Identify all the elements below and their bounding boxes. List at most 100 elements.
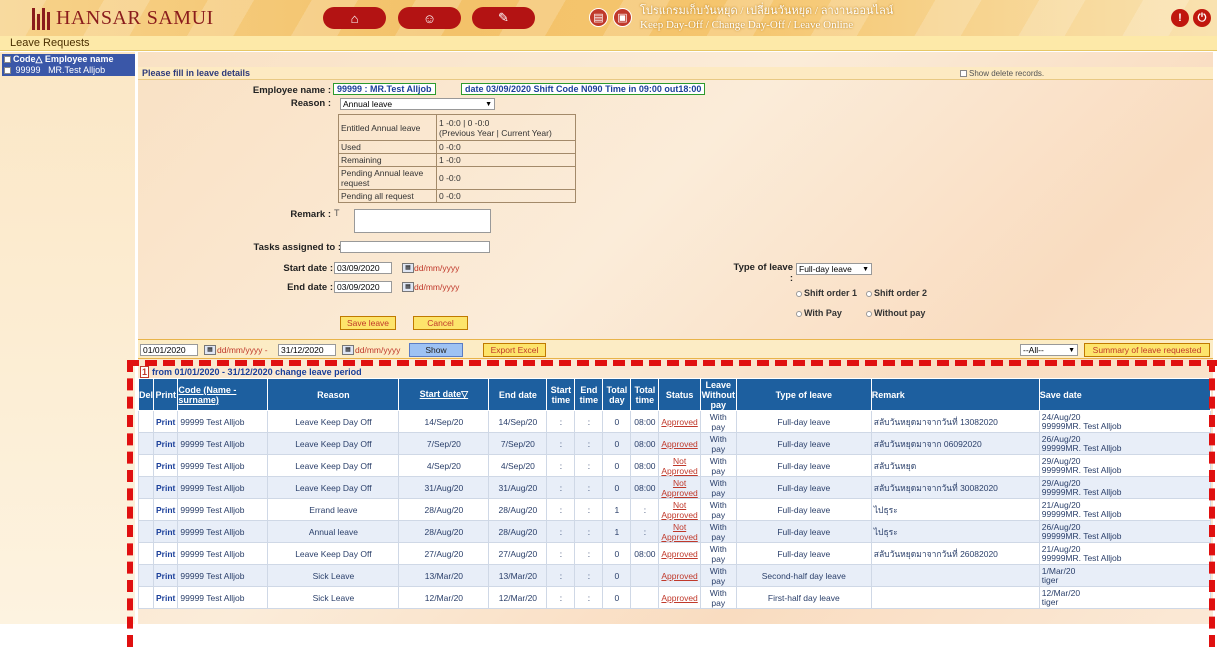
save-date-cell: 26/Aug/20 99999MR. Test Alljob [1038,432,1212,455]
start-date-cell: 28/Aug/20 [398,520,490,543]
summary-button[interactable]: Summary of leave requested [1084,343,1210,357]
with-pay-radio[interactable]: With Pay [796,308,842,318]
user-button[interactable]: ☺ [398,7,461,29]
remark-label: Remark : [290,209,331,220]
cancel-button[interactable]: Cancel [413,316,468,330]
print-link[interactable]: Print [153,476,179,499]
del-cell[interactable] [137,520,155,543]
del-cell[interactable] [137,476,155,499]
reason-select[interactable]: Annual leave ▼ [340,98,495,110]
start-date-cell: 31/Aug/20 [398,476,490,499]
type-of-leave-select[interactable]: Full-day leave ▼ [796,263,872,275]
status-link[interactable]: Not Approved [658,498,701,521]
del-cell[interactable] [137,454,155,477]
col-reason: Reason [267,378,400,411]
end-date-input[interactable]: 03/09/2020 [334,281,392,293]
remark-cell [870,586,1040,609]
without-pay-radio[interactable]: Without pay [866,308,925,318]
table-row: Print 99999 Test Alljob Sick Leave 13/Mar/2… [137,564,1212,587]
del-cell[interactable] [137,432,155,455]
print-link[interactable]: Print [153,520,179,543]
employee-list-item[interactable]: 99999 MR.Test Alljob [2,65,135,76]
end-time-cell: : [574,586,604,609]
del-cell[interactable] [137,564,155,587]
employee-list-header[interactable]: Code△ Employee name [2,54,135,65]
shift-order-2-radio[interactable]: Shift order 2 [866,288,927,298]
total-day-cell: 0 [602,432,632,455]
calendar-icon[interactable]: ▦ [402,282,414,292]
spellcheck-icon[interactable]: T [334,208,340,218]
print-link[interactable]: Print [153,586,179,609]
del-cell[interactable] [137,586,155,609]
app-header: HANSAR SAMUI ⌂ ☺ ✎ ▤ ▣ โปรแกรมเก็บวันหยุ… [0,0,1217,36]
status-link[interactable]: Approved [658,564,701,587]
employee-checkbox[interactable] [4,67,11,75]
document-button[interactable]: ▣ [613,8,632,27]
calendar-icon[interactable]: ▦ [204,345,216,355]
status-link[interactable]: Not Approved [658,454,701,477]
period-text[interactable]: from 01/01/2020 - 31/12/2020 change leav… [152,367,362,377]
save-date-cell: 21/Aug/20 99999MR. Test Alljob [1038,542,1212,565]
status-link[interactable]: Approved [658,432,701,455]
print-link[interactable]: Print [153,410,179,433]
col-save-date: Save date [1038,378,1212,411]
del-cell[interactable] [137,410,155,433]
end-date-cell: 28/Aug/20 [488,520,548,543]
calendar-icon[interactable]: ▦ [402,263,414,273]
col-start-date[interactable]: Start date▽ [398,378,490,411]
edit-button[interactable]: ✎ [472,7,535,29]
filter-all-select[interactable]: --All-- ▼ [1020,344,1078,356]
filter-bar: 01/01/2020 ▦ dd/mm/yyyy - 31/12/2020 ▦ d… [138,339,1213,359]
print-link[interactable]: Print [153,498,179,521]
status-link[interactable]: Approved [658,586,701,609]
save-date-cell: 1/Mar/20 tiger [1038,564,1212,587]
shift-order-1-radio[interactable]: Shift order 1 [796,288,857,298]
pay-cell: With pay [699,498,737,521]
pay-cell: With pay [699,476,737,499]
employee-value: 99999 : MR.Test Alljob [333,83,436,95]
filter-to-input[interactable]: 31/12/2020 [278,344,336,356]
end-time-cell: : [574,410,604,433]
export-excel-button[interactable]: Export Excel [483,343,546,357]
filter-from-input[interactable]: 01/01/2020 [140,344,198,356]
home-button[interactable]: ⌂ [323,7,386,29]
pending-all-label: Pending all request [338,189,437,203]
status-link[interactable]: Not Approved [658,520,701,543]
end-time-cell: : [574,542,604,565]
show-button[interactable]: Show [409,343,463,357]
del-cell[interactable] [137,542,155,565]
status-link[interactable]: Not Approved [658,476,701,499]
table-header-row: Del Print Code (Name - surname) Reason S… [137,378,1212,411]
remark-textarea[interactable] [354,209,491,233]
calendar-icon[interactable]: ▦ [342,345,354,355]
book-button[interactable]: ▤ [589,8,608,27]
employee-code-cell: 99999 Test Alljob [177,476,269,499]
print-link[interactable]: Print [153,564,179,587]
alert-button[interactable]: ! [1171,9,1189,27]
select-all-checkbox[interactable] [4,56,11,64]
alert-icon: ! [1178,12,1182,24]
brand-name: HANSAR SAMUI [56,6,214,29]
print-link[interactable]: Print [153,542,179,565]
leave-table: Del Print Code (Name - surname) Reason S… [137,378,1212,609]
tasks-input[interactable] [340,241,490,253]
total-day-cell: 0 [602,410,632,433]
status-link[interactable]: Approved [658,410,701,433]
start-date-cell: 13/Mar/20 [398,564,490,587]
start-date-input[interactable]: 03/09/2020 [334,262,392,274]
total-time-cell: 08:00 [630,542,660,565]
pay-cell: With pay [699,542,737,565]
remaining-value: 1 -0:0 [436,153,576,167]
col-code[interactable]: Code (Name - surname) [177,378,269,411]
logout-button[interactable]: ⏻ [1193,9,1211,27]
total-day-cell: 0 [602,542,632,565]
status-link[interactable]: Approved [658,542,701,565]
employee-name: MR.Test Alljob [48,65,106,75]
show-deleted-toggle[interactable]: Show delete records. [960,69,1044,78]
del-cell[interactable] [137,498,155,521]
save-date-cell: 29/Aug/20 99999MR. Test Alljob [1038,476,1212,499]
print-link[interactable]: Print [153,454,179,477]
print-link[interactable]: Print [153,432,179,455]
save-leave-button[interactable]: Save leave [340,316,396,330]
col-leave-without-pay: Leave Without pay [699,378,737,411]
